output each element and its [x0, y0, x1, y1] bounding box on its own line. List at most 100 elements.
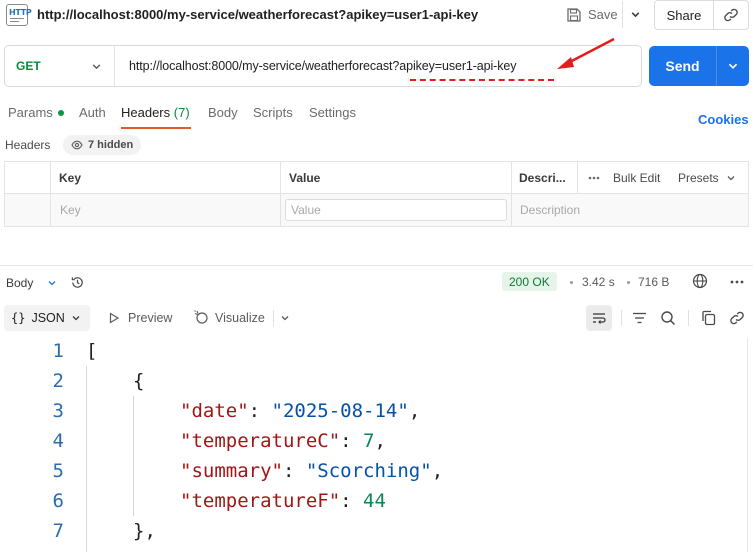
status-badge[interactable]: 200 OK: [502, 272, 557, 291]
value-field[interactable]: [285, 199, 507, 221]
scrollbar[interactable]: [747, 338, 748, 552]
copy-link-button[interactable]: [713, 0, 749, 30]
indent-guide: [133, 396, 134, 516]
line-number: 5: [52, 460, 64, 482]
visualize-button[interactable]: Visualize: [215, 311, 265, 325]
presets-button[interactable]: Presets: [678, 171, 736, 185]
copy-icon[interactable]: [701, 310, 716, 326]
hidden-headers-toggle[interactable]: 7 hidden: [63, 135, 142, 155]
more-horizontal-icon[interactable]: [588, 176, 600, 180]
column-header-value: Value: [289, 171, 321, 185]
headers-table: Key Value Descri... Bulk Edit Presets Ke…: [4, 161, 749, 227]
column-header-key: Key: [59, 171, 82, 185]
filter-icon[interactable]: [632, 311, 647, 325]
code-token: },: [133, 520, 156, 542]
active-tab-indicator: [121, 127, 191, 129]
tab-body[interactable]: Body: [208, 105, 238, 120]
line-number: 6: [52, 490, 64, 512]
code-line: "temperatureF": 44: [180, 490, 386, 512]
tab-auth[interactable]: Auth: [79, 105, 106, 120]
globe-icon[interactable]: [692, 273, 708, 289]
link-icon: [724, 8, 738, 22]
response-time[interactable]: 3.42 s: [582, 275, 615, 289]
save-options-button[interactable]: [622, 1, 648, 28]
tab-headers-label: Headers: [121, 105, 171, 120]
wrap-lines-button[interactable]: [586, 305, 612, 331]
presets-label: Presets: [678, 171, 719, 185]
tab-headers[interactable]: Headers (7): [121, 105, 190, 120]
play-icon: [109, 312, 120, 324]
code-token: {: [133, 370, 145, 392]
method-select[interactable]: GET: [5, 46, 115, 86]
code-token: :: [248, 400, 272, 422]
floppy-disk-icon: [567, 7, 581, 22]
code-token: "Scorching": [305, 460, 432, 482]
key-placeholder[interactable]: Key: [60, 203, 81, 217]
link-icon[interactable]: [729, 310, 745, 326]
braces-icon: {}: [11, 311, 26, 325]
request-title-bar: HTTP http://localhost:8000/my-service/we…: [0, 0, 753, 32]
response-toolbar: {} JSON Preview Visualize: [0, 303, 753, 333]
history-icon[interactable]: [70, 275, 85, 290]
line-number: 2: [52, 370, 64, 392]
indent-guide: [86, 366, 87, 552]
chevron-down-icon: [48, 281, 56, 286]
send-options-button[interactable]: [716, 46, 749, 86]
annotation-underline: [410, 79, 554, 81]
bulk-edit-button[interactable]: Bulk Edit: [613, 171, 660, 185]
chevron-down-icon: [72, 316, 80, 321]
code-token: :: [340, 430, 364, 452]
code-line: "date": "2025-08-14",: [180, 400, 420, 422]
format-label: JSON: [31, 311, 65, 325]
url-input[interactable]: http://localhost:8000/my-service/weather…: [129, 59, 517, 73]
hidden-headers-label: 7 hidden: [88, 139, 134, 151]
code-token: 44: [363, 490, 386, 512]
more-horizontal-icon[interactable]: [730, 280, 744, 284]
code-token: :: [340, 490, 364, 512]
code-token: 7: [363, 430, 375, 452]
code-token: "summary": [180, 460, 283, 482]
format-select[interactable]: {} JSON: [4, 305, 90, 331]
line-number: 7: [52, 520, 64, 542]
preview-button[interactable]: Preview: [128, 311, 172, 325]
code-line: "summary": "Scorching",: [180, 460, 443, 482]
tab-headers-count: (7): [173, 105, 190, 120]
http-file-icon: HTTP: [6, 4, 32, 26]
share-button[interactable]: Share: [654, 0, 714, 30]
request-title[interactable]: http://localhost:8000/my-service/weather…: [37, 7, 478, 22]
description-placeholder[interactable]: Description: [520, 203, 580, 217]
code-token: [: [86, 340, 98, 362]
code-line: "temperatureC": 7,: [180, 430, 386, 452]
tab-scripts[interactable]: Scripts: [253, 105, 293, 120]
cookies-link[interactable]: Cookies: [698, 112, 749, 127]
code-token: "2025-08-14": [271, 400, 409, 422]
line-number: 3: [52, 400, 64, 422]
chevron-down-icon[interactable]: [280, 313, 290, 323]
response-body-viewer[interactable]: 1 [2 {3 "date": "2025-08-14", 4 "temperatureC…: [0, 338, 753, 552]
params-active-dot: [57, 109, 64, 116]
send-button[interactable]: Send: [649, 46, 716, 86]
tab-params[interactable]: Params: [8, 105, 64, 120]
code-line: [: [86, 340, 97, 362]
wrap-lines-icon: [593, 313, 606, 324]
visualize-icon: [194, 310, 208, 324]
headers-summary: Headers 7 hidden: [0, 134, 753, 156]
chevron-down-icon: [727, 176, 735, 181]
search-icon[interactable]: [660, 310, 676, 326]
eye-icon: [71, 140, 83, 150]
section-divider: [0, 265, 753, 266]
save-label: Save: [588, 7, 618, 22]
code-line: },: [133, 520, 156, 542]
chevron-down-icon: [728, 63, 738, 69]
response-size[interactable]: 716 B: [638, 275, 669, 289]
save-button[interactable]: Save: [561, 1, 621, 28]
code-token: ,: [431, 460, 444, 482]
tab-settings[interactable]: Settings: [309, 105, 356, 120]
code-line: {: [133, 370, 144, 392]
method-label: GET: [16, 59, 41, 73]
response-body-label: Body: [6, 276, 34, 290]
response-body-dropdown[interactable]: Body: [6, 275, 85, 290]
code-token: "temperatureF": [180, 490, 341, 512]
annotation-arrow-icon: [557, 37, 615, 69]
code-token: "date": [180, 400, 249, 422]
